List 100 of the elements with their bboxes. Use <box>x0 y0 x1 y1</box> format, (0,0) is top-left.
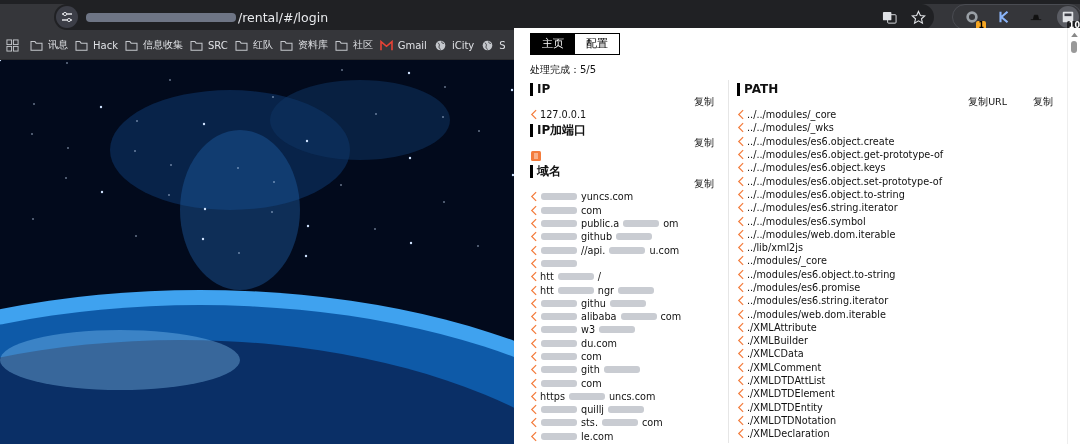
globe-icon <box>481 39 495 51</box>
path-link[interactable]: ../modules/es6.string.iterator <box>747 295 889 307</box>
path-link[interactable]: ../../modules/_wks <box>747 122 834 134</box>
domain-text[interactable]: com <box>642 417 663 429</box>
bookmark[interactable]: Hack <box>75 39 118 51</box>
domain-text[interactable]: sts. <box>581 417 598 429</box>
path-link[interactable]: ./XMLDTDElement <box>747 388 835 400</box>
path-link[interactable]: ./XMLAttribute <box>747 321 817 333</box>
domain-text[interactable]: le.com <box>581 430 614 442</box>
status-text: 处理完成：5/5 <box>530 63 598 77</box>
redacted-text <box>620 313 657 321</box>
domain-text[interactable]: gith <box>581 364 600 376</box>
domain-text[interactable]: ngr <box>597 284 615 296</box>
copy-link[interactable]: 复制 <box>694 96 714 108</box>
domain-text[interactable]: yuncs.com <box>581 191 634 203</box>
path-link[interactable]: ../../modules/es6.string.iterator <box>747 202 898 214</box>
address-bar[interactable]: /rental/#/login <box>54 4 934 31</box>
path-link[interactable]: ./XMLDTDNotation <box>747 414 837 426</box>
path-link[interactable]: ../../modules/es6.object.set-prototype-of <box>747 175 943 187</box>
domain-text[interactable]: / <box>597 271 601 283</box>
domain-text[interactable]: github <box>581 231 613 243</box>
domain-text[interactable]: //api. <box>581 244 606 256</box>
star-icon[interactable] <box>911 9 926 25</box>
redacted-text <box>609 299 646 307</box>
redacted-text <box>609 246 646 254</box>
path-link[interactable]: ../../modules/es6.object.get-prototype-of <box>747 149 944 161</box>
domain-text[interactable]: com <box>660 311 682 323</box>
path-link[interactable]: ../../modules/es6.symbol <box>747 215 866 227</box>
path-link[interactable]: ../../modules/es6.object.to-string <box>747 188 905 200</box>
bookmark[interactable]: 讯息 <box>30 38 68 52</box>
redacted-text <box>568 392 605 400</box>
redacted-text <box>623 220 660 228</box>
path-link[interactable]: ./XMLDTDAttList <box>747 375 826 387</box>
bookmark[interactable]: iCity <box>433 39 475 51</box>
domain-text[interactable]: alibaba <box>581 311 617 323</box>
translate-icon[interactable] <box>882 9 897 25</box>
scroll-thumb[interactable] <box>1071 41 1077 53</box>
path-link[interactable]: ./XMLComment <box>747 361 822 373</box>
redacted-text <box>557 273 594 281</box>
chevron-icon <box>737 428 744 440</box>
path-link[interactable]: ./XMLDeclaration <box>747 428 830 440</box>
copy-link[interactable]: 复制 <box>1033 96 1053 108</box>
domain-text[interactable]: htt <box>540 284 554 296</box>
redacted-text <box>541 299 577 307</box>
copy-link[interactable]: 复制 <box>694 178 714 191</box>
bookmark[interactable]: 信息收集 <box>124 38 183 52</box>
section-heading: IP加端口 <box>530 124 728 138</box>
domain-text[interactable]: uncs.com <box>608 390 656 402</box>
extension-button[interactable]: 10 <box>1057 6 1079 29</box>
redacted-text <box>541 366 577 374</box>
copy-link[interactable]: 复制URL <box>968 96 1007 108</box>
copy-link[interactable]: 复制 <box>694 137 714 150</box>
domain-text[interactable]: public.a <box>581 218 620 230</box>
path-link[interactable]: ../modules/web.dom.iterable <box>747 308 886 320</box>
bookmark[interactable]: 资料库 <box>279 38 328 52</box>
domain-text[interactable]: quillj <box>581 404 605 416</box>
redacted-text <box>557 286 594 294</box>
url-text: /rental/#/login <box>238 9 329 25</box>
domain-text[interactable]: 127.0.0.1 <box>540 109 587 121</box>
redacted-text <box>541 193 577 201</box>
path-link[interactable]: ../../modules/es6.object.keys <box>747 162 886 174</box>
redacted-text <box>541 259 577 267</box>
bookmark[interactable]: S <box>481 39 506 51</box>
path-link[interactable]: ../modules/_core <box>747 255 827 267</box>
bookmark[interactable]: Gmail <box>379 39 427 51</box>
redacted-text <box>602 419 638 427</box>
path-link[interactable]: ../modules/es6.promise <box>747 282 861 293</box>
apps-icon[interactable] <box>6 38 19 52</box>
bookmark[interactable]: SRC <box>189 39 228 51</box>
domain-text[interactable]: du.com <box>581 337 618 349</box>
domain-text[interactable]: u.com <box>649 244 680 256</box>
bookmark[interactable]: 社区 <box>334 38 373 52</box>
mail-icon <box>379 39 393 51</box>
path-link[interactable]: ../modules/es6.object.to-string <box>747 268 896 280</box>
path-link[interactable]: ../../modules/_core <box>747 109 837 121</box>
globe-icon <box>433 39 447 51</box>
domain-text[interactable]: com <box>581 204 602 216</box>
domain-text[interactable]: githu <box>581 297 606 309</box>
path-link[interactable]: ./XMLCData <box>747 348 804 360</box>
path-link[interactable]: ../lib/xml2js <box>747 242 803 254</box>
path-link[interactable]: ./XMLDTDEntity <box>747 401 823 413</box>
redacted-text <box>599 326 636 334</box>
domain-text[interactable]: om <box>663 218 679 230</box>
tab[interactable]: 主页 <box>531 34 575 54</box>
path-link[interactable]: ../../modules/web.dom.iterable <box>747 228 896 240</box>
section-heading: 域名 <box>530 165 728 179</box>
domain-text[interactable]: https <box>540 390 565 402</box>
redacted-text <box>541 379 577 387</box>
path-link[interactable]: ./XMLBuilder <box>747 335 808 347</box>
redacted-text <box>541 233 577 241</box>
domain-text[interactable]: w3 <box>581 324 596 336</box>
bookmark[interactable]: 红队 <box>234 38 273 52</box>
redacted-text <box>541 206 577 214</box>
domain-text[interactable]: com <box>581 377 602 389</box>
domain-text[interactable]: htt <box>540 271 554 283</box>
ring-icon <box>965 10 979 25</box>
redacted-text <box>541 432 577 440</box>
folder-icon <box>30 39 43 51</box>
path-link[interactable]: ../../modules/es6.object.create <box>747 135 895 147</box>
domain-text[interactable]: com <box>581 351 602 362</box>
